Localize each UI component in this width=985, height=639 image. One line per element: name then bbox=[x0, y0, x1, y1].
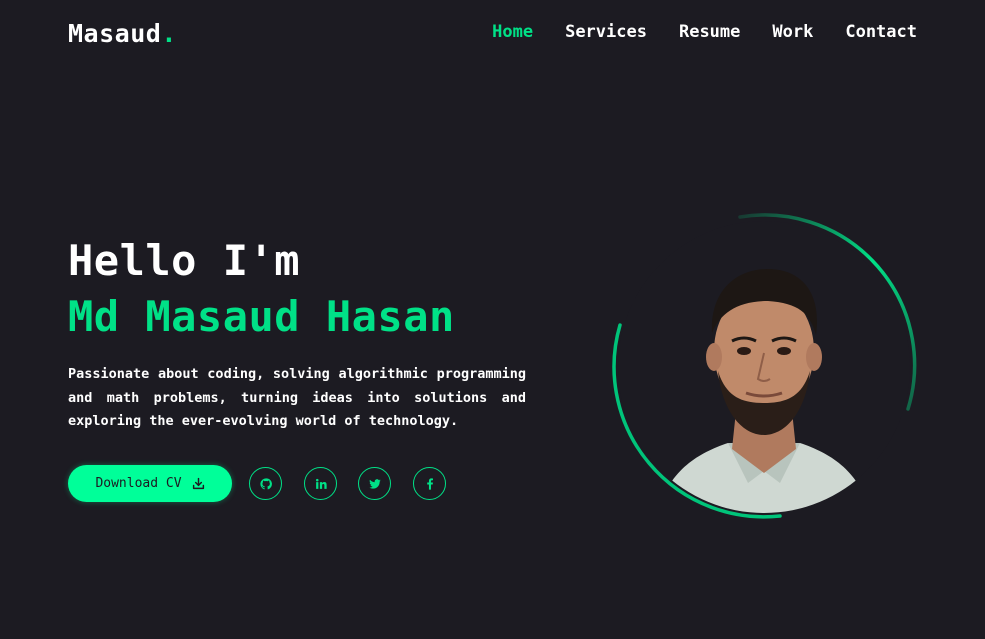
github-link[interactable] bbox=[249, 467, 282, 500]
twitter-icon bbox=[368, 478, 381, 489]
portfolio-page: Masaud. Home Services Resume Work Contac… bbox=[0, 0, 985, 639]
hero-description: Passionate about coding, solving algorit… bbox=[68, 366, 526, 429]
download-icon bbox=[192, 477, 204, 490]
site-logo[interactable]: Masaud. bbox=[68, 19, 177, 48]
download-cv-button[interactable]: Download CV bbox=[68, 465, 232, 502]
linkedin-icon bbox=[315, 478, 327, 489]
twitter-link[interactable] bbox=[358, 467, 391, 500]
linkedin-link[interactable] bbox=[304, 467, 337, 500]
github-icon bbox=[259, 477, 272, 489]
nav-work[interactable]: Work bbox=[772, 22, 813, 42]
logo-text: Masaud bbox=[68, 19, 162, 48]
facebook-link[interactable] bbox=[413, 467, 446, 500]
nav-home[interactable]: Home bbox=[492, 22, 533, 42]
portrait-container bbox=[610, 213, 918, 521]
hero-name: Md Masaud Hasan bbox=[68, 292, 455, 341]
nav-services[interactable]: Services bbox=[565, 22, 647, 42]
nav-contact[interactable]: Contact bbox=[845, 22, 917, 42]
nav-resume[interactable]: Resume bbox=[679, 22, 740, 42]
logo-dot: . bbox=[161, 19, 177, 48]
facebook-icon bbox=[426, 477, 433, 490]
main-nav: Home Services Resume Work Contact bbox=[492, 22, 917, 42]
profile-photo bbox=[618, 221, 910, 513]
hero-greeting: Hello I'm bbox=[68, 236, 301, 285]
download-cv-label: Download CV bbox=[95, 476, 182, 491]
